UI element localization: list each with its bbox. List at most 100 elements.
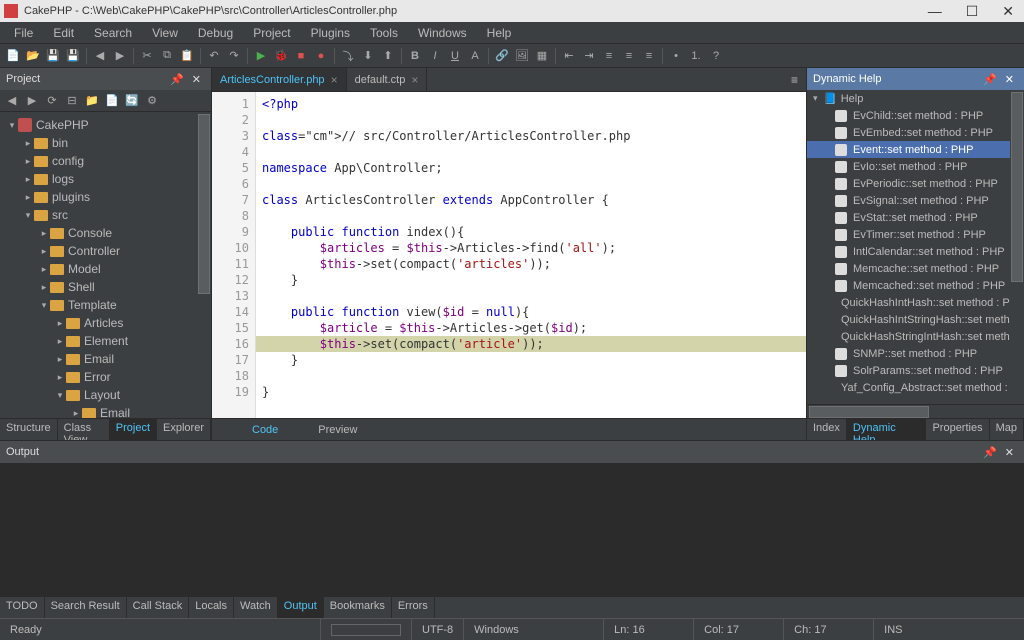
- project-tree[interactable]: ▾CakePHP ▸bin▸config▸logs▸plugins▾src▸Co…: [0, 112, 211, 418]
- font-color-icon[interactable]: A: [466, 47, 484, 65]
- chevron-down-icon[interactable]: ▾: [22, 210, 34, 221]
- editor-tab[interactable]: ArticlesController.php×: [212, 68, 347, 91]
- tab-search-result[interactable]: Search Result: [45, 597, 127, 618]
- list-ul-icon[interactable]: •: [667, 47, 685, 65]
- help-tree[interactable]: ▾📘Help EvChild::set method : PHPEvEmbed:…: [807, 90, 1024, 404]
- help-item[interactable]: QuickHashIntStringHash::set method : PHP: [807, 311, 1024, 328]
- tree-item-cakephp[interactable]: ▾CakePHP: [0, 116, 211, 134]
- tree-item-config[interactable]: ▸config: [0, 152, 211, 170]
- fwd-icon[interactable]: ▶: [24, 93, 40, 109]
- tab-bookmarks[interactable]: Bookmarks: [324, 597, 392, 618]
- table-icon[interactable]: ▦: [533, 47, 551, 65]
- help-item[interactable]: Event::set method : PHP: [807, 141, 1024, 158]
- tab-preview[interactable]: Preview: [318, 424, 357, 436]
- close-icon[interactable]: ✕: [1001, 73, 1018, 86]
- tree-item-logs[interactable]: ▸logs: [0, 170, 211, 188]
- editor-body[interactable]: 12345678910111213141516171819 <?php clas…: [212, 92, 806, 418]
- chevron-right-icon[interactable]: ▸: [38, 282, 50, 293]
- code-area[interactable]: <?php class="cm">// src/Controller/Artic…: [256, 92, 806, 418]
- editor-tab[interactable]: default.ctp×: [347, 68, 428, 91]
- step-into-icon[interactable]: ⬇: [359, 47, 377, 65]
- help-item[interactable]: SNMP::set method : PHP: [807, 345, 1024, 362]
- bold-icon[interactable]: B: [406, 47, 424, 65]
- chevron-right-icon[interactable]: ▸: [54, 354, 66, 365]
- help-item[interactable]: QuickHashStringIntHash::set method : PHP: [807, 328, 1024, 345]
- chevron-right-icon[interactable]: ▸: [22, 192, 34, 203]
- help-item[interactable]: EvIo::set method : PHP: [807, 158, 1024, 175]
- help-vscrollbar[interactable]: [1010, 90, 1024, 404]
- close-button[interactable]: ✕: [996, 3, 1020, 20]
- menu-view[interactable]: View: [142, 24, 188, 42]
- menu-debug[interactable]: Debug: [188, 24, 243, 42]
- tab-explorer[interactable]: Explorer: [157, 419, 211, 440]
- help-hscroll-thumb[interactable]: [809, 406, 929, 418]
- align-right-icon[interactable]: ≡: [640, 47, 658, 65]
- help-item[interactable]: EvStat::set method : PHP: [807, 209, 1024, 226]
- tab-code[interactable]: Code: [252, 424, 278, 436]
- pin-icon[interactable]: 📌: [166, 73, 188, 86]
- chevron-right-icon[interactable]: ▸: [54, 372, 66, 383]
- tab-locals[interactable]: Locals: [189, 597, 234, 618]
- indent-right-icon[interactable]: ⇥: [580, 47, 598, 65]
- sync-icon[interactable]: ⟳: [44, 93, 60, 109]
- cut-icon[interactable]: ✂: [138, 47, 156, 65]
- step-over-icon[interactable]: ⤵: [339, 47, 357, 65]
- help-hscrollbar[interactable]: [807, 404, 1024, 418]
- tree-item-plugins[interactable]: ▸plugins: [0, 188, 211, 206]
- debug-icon[interactable]: 🐞: [272, 47, 290, 65]
- maximize-button[interactable]: ☐: [960, 3, 985, 20]
- tab-output[interactable]: Output: [278, 597, 324, 618]
- tree-scrollbar[interactable]: [197, 112, 211, 418]
- status-platform[interactable]: Windows: [463, 619, 603, 640]
- tab-dynamic-help[interactable]: Dynamic Help: [847, 419, 927, 440]
- step-out-icon[interactable]: ⬆: [379, 47, 397, 65]
- chevron-right-icon[interactable]: ▸: [54, 318, 66, 329]
- minimize-button[interactable]: —: [922, 3, 948, 20]
- tab-class-view[interactable]: Class View: [58, 419, 110, 440]
- help-root[interactable]: ▾📘Help: [807, 90, 1024, 107]
- chevron-right-icon[interactable]: ▸: [22, 138, 34, 149]
- nav-back-icon[interactable]: ◀: [91, 47, 109, 65]
- help-icon[interactable]: ?: [707, 47, 725, 65]
- menu-tools[interactable]: Tools: [360, 24, 408, 42]
- pin-icon[interactable]: 📌: [979, 446, 1001, 459]
- redo-icon[interactable]: ↷: [225, 47, 243, 65]
- tree-item-bin[interactable]: ▸bin: [0, 134, 211, 152]
- menu-edit[interactable]: Edit: [43, 24, 84, 42]
- tree-item-error[interactable]: ▸Error: [0, 368, 211, 386]
- tab-project[interactable]: Project: [110, 419, 157, 440]
- underline-icon[interactable]: U: [446, 47, 464, 65]
- help-vscroll-thumb[interactable]: [1011, 92, 1023, 282]
- italic-icon[interactable]: I: [426, 47, 444, 65]
- collapse-icon[interactable]: ⊟: [64, 93, 80, 109]
- menu-help[interactable]: Help: [477, 24, 522, 42]
- chevron-down-icon[interactable]: ▾: [54, 390, 66, 401]
- list-ol-icon[interactable]: 1.: [687, 47, 705, 65]
- link-icon[interactable]: 🔗: [493, 47, 511, 65]
- close-icon[interactable]: ✕: [188, 73, 205, 86]
- nav-fwd-icon[interactable]: ▶: [111, 47, 129, 65]
- save-icon[interactable]: 💾: [44, 47, 62, 65]
- help-item[interactable]: EvChild::set method : PHP: [807, 107, 1024, 124]
- tab-menu-icon[interactable]: ≡: [783, 73, 806, 87]
- refresh-icon[interactable]: 🔄: [124, 93, 140, 109]
- chevron-right-icon[interactable]: ▸: [38, 246, 50, 257]
- output-body[interactable]: [0, 463, 1024, 596]
- tree-item-controller[interactable]: ▸Controller: [0, 242, 211, 260]
- props-icon[interactable]: ⚙: [144, 93, 160, 109]
- tab-todo[interactable]: TODO: [0, 597, 45, 618]
- align-left-icon[interactable]: ≡: [600, 47, 618, 65]
- tab-map[interactable]: Map: [990, 419, 1024, 440]
- align-center-icon[interactable]: ≡: [620, 47, 638, 65]
- tree-item-articles[interactable]: ▸Articles: [0, 314, 211, 332]
- tab-call-stack[interactable]: Call Stack: [127, 597, 190, 618]
- chevron-right-icon[interactable]: ▸: [22, 156, 34, 167]
- chevron-right-icon[interactable]: ▸: [70, 408, 82, 419]
- help-item[interactable]: EvSignal::set method : PHP: [807, 192, 1024, 209]
- pin-icon[interactable]: 📌: [979, 73, 1001, 86]
- help-item[interactable]: IntlCalendar::set method : PHP: [807, 243, 1024, 260]
- indent-left-icon[interactable]: ⇤: [560, 47, 578, 65]
- chevron-right-icon[interactable]: ▸: [38, 228, 50, 239]
- help-item[interactable]: EvTimer::set method : PHP: [807, 226, 1024, 243]
- tab-watch[interactable]: Watch: [234, 597, 278, 618]
